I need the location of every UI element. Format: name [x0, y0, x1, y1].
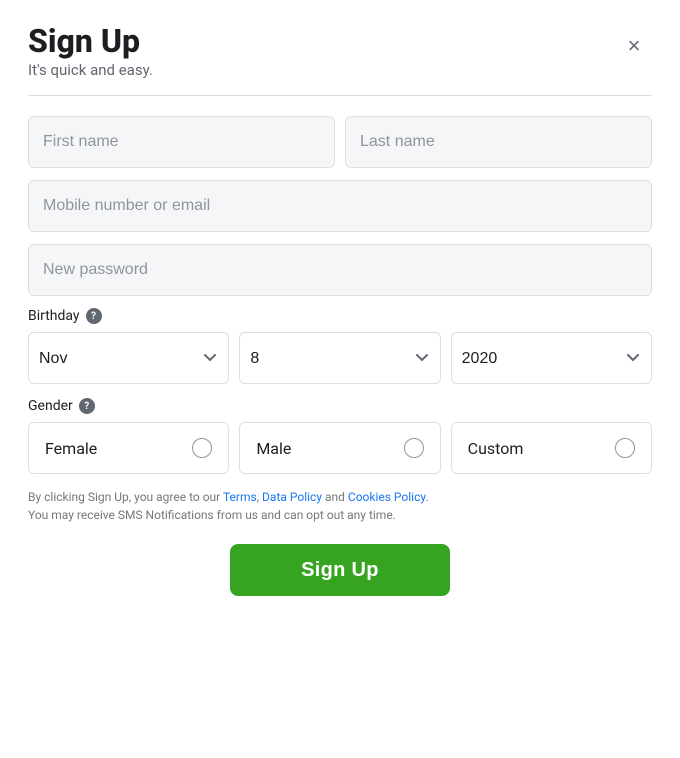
gender-label: Gender ?	[28, 398, 652, 414]
mobile-row	[28, 180, 652, 232]
mobile-email-input[interactable]	[28, 180, 652, 232]
first-name-input[interactable]	[28, 116, 335, 168]
password-row	[28, 244, 652, 296]
gender-male-radio[interactable]	[404, 438, 424, 458]
modal-subtitle: It's quick and easy.	[28, 61, 153, 79]
day-select[interactable]: 8 1 2 3 4 5 6 7 9 10 11 12 13 14 15 16 1	[239, 332, 440, 384]
gender-female-radio[interactable]	[192, 438, 212, 458]
year-select[interactable]: 2020 2024 2023 2022 2021 2019 2018 2010 …	[451, 332, 652, 384]
signup-button[interactable]: Sign Up	[230, 544, 450, 596]
birthday-selects: Nov Jan Feb Mar Apr May Jun Jul Aug Sep …	[28, 332, 652, 384]
gender-male-label: Male	[256, 439, 291, 458]
gender-options: Female Male Custom	[28, 422, 652, 474]
gender-help-icon[interactable]: ?	[79, 398, 95, 414]
divider	[28, 95, 652, 96]
close-button[interactable]: ×	[616, 28, 652, 64]
password-input[interactable]	[28, 244, 652, 296]
data-policy-link[interactable]: Data Policy	[262, 490, 322, 504]
modal-header: Sign Up It's quick and easy. ×	[28, 24, 652, 79]
gender-custom-label: Custom	[468, 439, 524, 458]
gender-custom-option[interactable]: Custom	[451, 422, 652, 474]
birthday-help-icon[interactable]: ?	[86, 308, 102, 324]
birthday-label: Birthday ?	[28, 308, 652, 324]
gender-male-option[interactable]: Male	[239, 422, 440, 474]
terms-link[interactable]: Terms	[223, 490, 257, 504]
birthday-section: Birthday ? Nov Jan Feb Mar Apr May Jun J…	[28, 308, 652, 384]
gender-section: Gender ? Female Male Custom	[28, 398, 652, 474]
gender-custom-radio[interactable]	[615, 438, 635, 458]
gender-female-option[interactable]: Female	[28, 422, 229, 474]
signup-form: Birthday ? Nov Jan Feb Mar Apr May Jun J…	[28, 116, 652, 596]
last-name-input[interactable]	[345, 116, 652, 168]
gender-female-label: Female	[45, 439, 97, 458]
name-row	[28, 116, 652, 168]
header-text: Sign Up It's quick and easy.	[28, 24, 153, 79]
signup-modal: Sign Up It's quick and easy. × Birthday …	[0, 0, 680, 758]
cookies-policy-link[interactable]: Cookies Policy	[348, 490, 426, 504]
terms-text: By clicking Sign Up, you agree to our Te…	[28, 488, 652, 524]
month-select[interactable]: Nov Jan Feb Mar Apr May Jun Jul Aug Sep …	[28, 332, 229, 384]
modal-title: Sign Up	[28, 24, 153, 59]
